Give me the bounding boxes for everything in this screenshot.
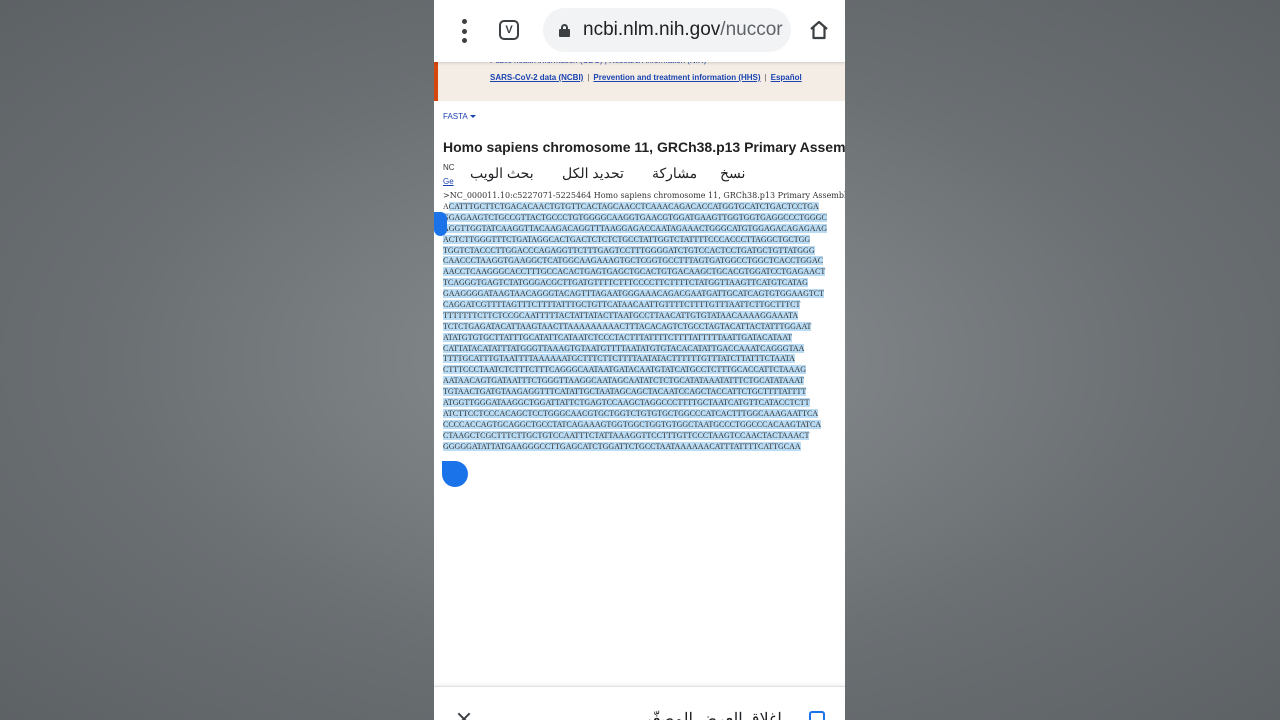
sequence-line[interactable]: ATGGTTGGGATAAGGCTGGATTATTCTGAGTCCAAGCTAG… xyxy=(443,398,843,409)
selected-text: AGGTTGGTATCAAGGTTACAAGACAGGTTTAAGGAGACCA… xyxy=(443,223,828,233)
sequence-line[interactable]: TTTTGCATTTGTAATTTTAAAAAATGCTTTCTTCTTTTAA… xyxy=(443,354,843,365)
sequence-line[interactable]: TCTCTGAGATACATTAAGTAACTTAAAAAAAAACTTTACA… xyxy=(443,321,843,333)
sequence-line[interactable]: ACTCTTGGGTTTCTGATAGGCACTGACTCTCTCTGCCTAT… xyxy=(443,234,843,246)
format-label: FASTA xyxy=(443,112,468,121)
home-icon[interactable] xyxy=(808,19,830,41)
accession-info: NC xyxy=(443,163,455,172)
espanol-link[interactable]: Español xyxy=(771,73,802,82)
sequence-line[interactable]: CTAAGCTCGCTTTCTTGCTGTCCAATTTCTATTAAAGGTT… xyxy=(443,430,843,442)
lock-icon[interactable] xyxy=(559,24,570,37)
selected-text: TCAGGGTGAGTCTATGGGACGCTTGATGTTTTCTTTCCCC… xyxy=(443,278,808,288)
sequence-line[interactable]: TGTAACTGATGTAAGAGGTTTCATATTGCTAATAGCAGCT… xyxy=(443,387,843,398)
prevention-info-link[interactable]: Prevention and treatment information (HH… xyxy=(593,73,760,82)
format-dropdown[interactable]: FASTA xyxy=(443,112,476,121)
sequence-line[interactable]: AGGTTGGTATCAAGGTTACAAGACAGGTTTAAGGAGACCA… xyxy=(443,223,843,235)
selected-text: ATCTTCCTCCCACAGCTCCTGGGCAACGTGCTGGTCTGTG… xyxy=(443,408,819,418)
selected-text: AACCTCAAGGGCACCTTTGCCACACTGAGTGAGCTGCACT… xyxy=(443,267,826,277)
sequence-first-char: A xyxy=(443,202,449,211)
selected-text: CTAAGCTCGCTTTCTTGCTGTCCAATTTCTATTAAAGGTT… xyxy=(443,430,810,440)
url-text[interactable]: ncbi.nlm.nih.gov/nuccor xyxy=(583,19,783,41)
sequence-line[interactable]: GAAGGGGATAAGTAACAGGGTACAGTTTAGAATGGGAAAC… xyxy=(443,289,843,300)
bottom-sheet-bar: إغلاق العرض المصغّر xyxy=(434,686,845,720)
sequence-line[interactable]: TTTTTTTCTTCTCCGCAATTTTTACTATTATACTTAATGC… xyxy=(443,310,843,322)
sequence-line[interactable]: CTTTCCCTAATCTCTTTCTTTCAGGGCAATAATGATACAA… xyxy=(443,365,843,376)
selected-text: ACTCTTGGGTTTCTGATAGGCACTGACTCTCTCTGCCTAT… xyxy=(443,234,811,244)
sequence-line[interactable]: CAGGATCGTTTTAGTTTCTTTTATTTGCTGTTCATAACAA… xyxy=(443,300,843,311)
address-bar[interactable]: ncbi.nlm.nih.gov/nuccor xyxy=(543,8,791,52)
selected-text: CAACCCTAAGGTGAAGGCTCATGGCAAGAAAGTGCTCGGT… xyxy=(443,256,824,266)
sequence-line[interactable]: CAACCCTAAGGTGAAGGCTCATGGCAAGAAAGTGCTCGGT… xyxy=(443,256,843,267)
copy-menu-item[interactable]: نسخ xyxy=(720,165,745,182)
open-in-tab-icon[interactable] xyxy=(809,711,825,720)
sars-cov-2-data-link[interactable]: SARS-CoV-2 data (NCBI) xyxy=(490,73,583,82)
share-menu-item[interactable]: مشاركة xyxy=(652,165,697,182)
selected-text: TTTTGCATTTGTAATTTTAAAAAATGCTTTCTTCTTTTAA… xyxy=(443,354,795,364)
selected-text: ATGGTTGGGATAAGGCTGGATTATTCTGAGTCCAAGCTAG… xyxy=(443,398,810,408)
close-icon[interactable] xyxy=(456,711,472,720)
text-selection-context-menu: نسخ مشاركة تحديد الكل بحث الويب xyxy=(456,160,764,188)
selected-text: AATAACAGTGATAATTTCTGGGTTAAGGCAATAGCAATAT… xyxy=(443,376,805,386)
sequence-line[interactable]: AATAACAGTGATAATTTCTGGGTTAAGGCAATAGCAATAT… xyxy=(443,376,843,387)
selected-text: GGGGGATATTATGAAGGGCCTTGAGCATCTGGATTCTGCC… xyxy=(443,441,801,451)
selected-text: CAGGATCGTTTTAGTTTCTTTTATTTGCTGTTCATAACAA… xyxy=(443,300,801,310)
select-all-menu-item[interactable]: تحديد الكل xyxy=(562,165,624,182)
url-domain: ncbi.nlm.nih.gov xyxy=(583,19,721,40)
url-path: /nuccor xyxy=(720,19,783,40)
selection-start-handle[interactable] xyxy=(434,212,447,236)
selected-text: TCTCTGAGATACATTAAGTAACTTAAAAAAAAACTTTACA… xyxy=(443,321,812,331)
web-search-menu-item[interactable]: بحث الويب xyxy=(470,165,534,182)
selected-text: TGTAACTGATGTAAGAGGTTTCATATTGCTAATAGCAGCT… xyxy=(443,387,807,397)
selected-text: GAAGGGGATAAGTAACAGGGTACAGTTTAGAATGGGAAAC… xyxy=(443,289,824,299)
more-vert-icon[interactable] xyxy=(454,19,474,43)
caret-down-icon xyxy=(469,115,476,119)
bottom-sheet-title: إغلاق العرض المصغّر xyxy=(644,711,782,720)
selected-text: CCCCACCAGTGCAGGCTGCCTATCAGAAAGTGGTGGCTGG… xyxy=(443,419,822,429)
sequence-title: Homo sapiens chromosome 11, GRCh38.p13 P… xyxy=(443,139,845,155)
sequence-line[interactable]: CCCCACCAGTGCAGGCTGCCTATCAGAAAGTGGTGGCTGG… xyxy=(443,419,843,431)
selected-text: TGGTCTACCCTTGGACCCAGAGGTTCTTTGAGTCCTTTGG… xyxy=(443,245,815,255)
selection-end-handle[interactable] xyxy=(442,461,468,487)
sequence-text[interactable]: ACATTTGCTTCTGACACAACTGTGTTCACTAGCAACCTCA… xyxy=(443,202,843,452)
sequence-line[interactable]: AACCTCAAGGGCACCTTTGCCACACTGAGTGAGCTGCACT… xyxy=(443,267,843,278)
notice-links: SARS-CoV-2 data (NCBI) | Prevention and tr… xyxy=(490,73,802,82)
sequence-line[interactable]: ATCTTCCTCCCACAGCTCCTGGGCAACGTGCTGGTCTGTG… xyxy=(443,408,843,420)
sequence-line[interactable]: ACATTTGCTTCTGACACAACTGTGTTCACTAGCAACCTCA… xyxy=(443,202,843,213)
browser-toolbar: V ncbi.nlm.nih.gov/nuccor xyxy=(434,0,845,62)
selected-text: ATATGTGTGCTTATTTGCATATTCATAATCTCCCTACTTT… xyxy=(443,332,793,342)
selected-text: CATTATACATATTTATGGGTTAAAGTGTAATGTTTTAATA… xyxy=(443,343,805,353)
sequence-line[interactable]: ATATGTGTGCTTATTTGCATATTCATAATCTCCCTACTTT… xyxy=(443,332,843,344)
sequence-line[interactable]: TGGTCTACCCTTGGACCCAGAGGTTCTTTGAGTCCTTTGG… xyxy=(443,245,843,257)
covid-notice-banner: Public health information (CDC) | Resear… xyxy=(434,56,845,101)
sequence-line[interactable]: GGGGGATATTATGAAGGGCCTTGAGCATCTGGATTCTGCC… xyxy=(443,441,843,453)
selected-text: TTTTTTTCTTCTCCGCAATTTTTACTATTATACTTAATGC… xyxy=(443,310,799,320)
extension-v-icon[interactable]: V xyxy=(499,20,519,40)
fasta-header-line: >NC_000011.10:c5227071-5225464 Homo sapi… xyxy=(443,191,845,200)
genbank-link[interactable]: Ge xyxy=(443,177,454,186)
phone-screen: V ncbi.nlm.nih.gov/nuccor Public health … xyxy=(434,0,845,720)
selected-text: CATTTGCTTCTGACACAACTGTGTTCACTAGCAACCTCAA… xyxy=(448,202,819,211)
sequence-line[interactable]: TCAGGGTGAGTCTATGGGACGCTTGATGTTTTCTTTCCCC… xyxy=(443,278,843,289)
sequence-line[interactable]: CATTATACATATTTATGGGTTAAAGTGTAATGTTTTAATA… xyxy=(443,343,843,355)
selected-text: GGAGAAGTCTGCCGTTACTGCCCTGTGGGGCAAGGTGAAC… xyxy=(443,212,827,222)
sequence-line[interactable]: GGAGAAGTCTGCCGTTACTGCCCTGTGGGGCAAGGTGAAC… xyxy=(443,212,843,224)
selected-text: CTTTCCCTAATCTCTTTCTTTCAGGGCAATAATGATACAA… xyxy=(443,365,807,375)
